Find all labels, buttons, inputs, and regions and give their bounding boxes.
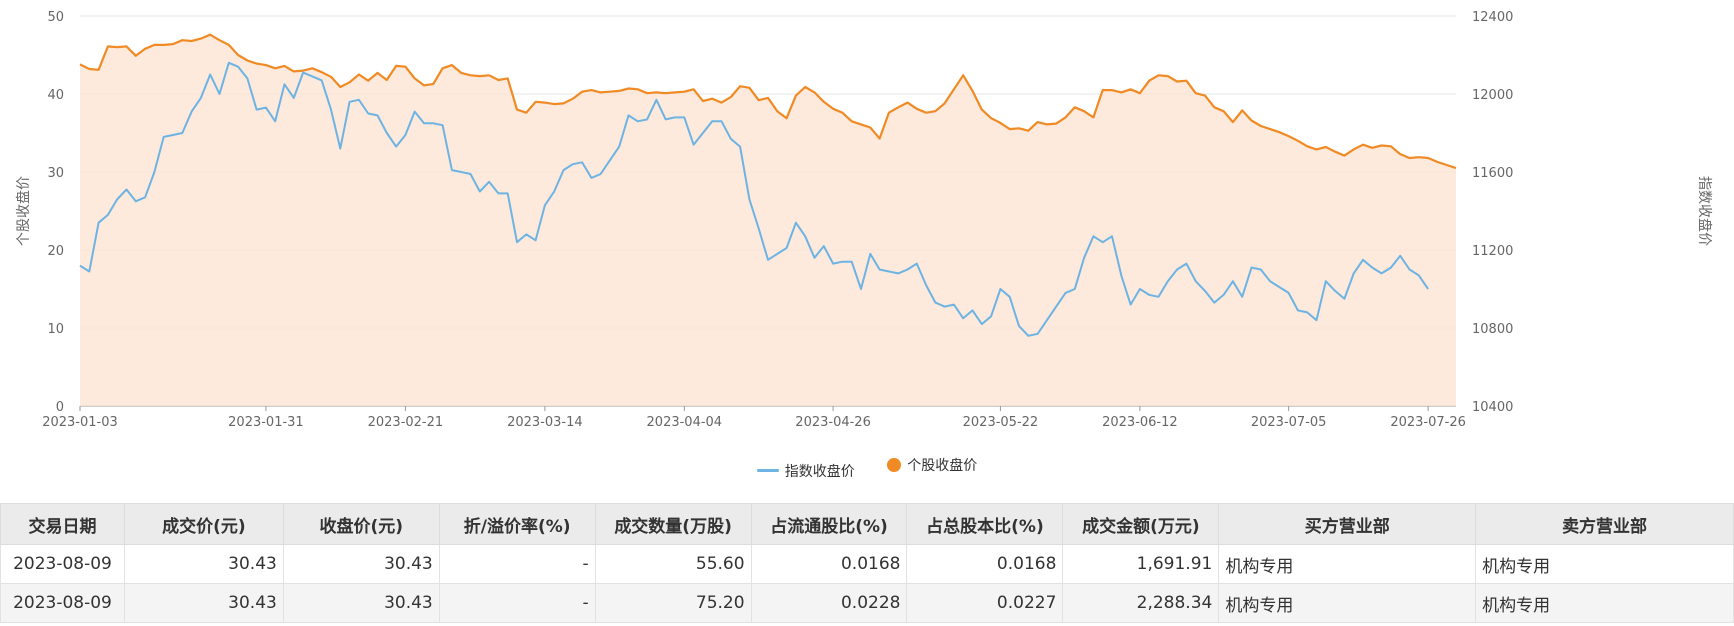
x-tick-label: 2023-01-03 bbox=[42, 415, 118, 430]
chart-container: 50 40 30 20 10 0 12400 12000 11600 11200 10800 1040… bbox=[0, 0, 1734, 490]
cell-close-price: 30.43 bbox=[282, 544, 440, 584]
left-tick-label: 40 bbox=[47, 88, 64, 103]
header-amount[interactable]: 成交金额(万元) bbox=[1062, 503, 1220, 545]
header-seller[interactable]: 卖方营业部 bbox=[1475, 503, 1734, 545]
cell-amount: 2,288.34 bbox=[1062, 583, 1220, 623]
table-header-row: 交易日期 成交价(元) 收盘价(元) 折/溢价率(%) 成交数量(万股) 占流通… bbox=[0, 503, 1734, 545]
legend-item-stock[interactable]: 个股收盘价 bbox=[887, 455, 977, 475]
right-tick-label: 11600 bbox=[1472, 166, 1513, 181]
cell-total-ratio: 0.0168 bbox=[906, 544, 1064, 584]
header-buyer[interactable]: 买方营业部 bbox=[1218, 503, 1477, 545]
header-close-price[interactable]: 收盘价(元) bbox=[282, 503, 440, 545]
cell-total-ratio: 0.0227 bbox=[906, 583, 1064, 623]
cell-seller[interactable]: 机构专用 bbox=[1475, 544, 1734, 584]
left-tick-label: 0 bbox=[56, 400, 64, 415]
right-tick-label: 10400 bbox=[1472, 400, 1513, 415]
x-tick-label: 2023-03-14 bbox=[507, 415, 583, 430]
header-volume[interactable]: 成交数量(万股) bbox=[594, 503, 752, 545]
legend-label-stock: 个股收盘价 bbox=[907, 458, 978, 474]
cell-amount: 1,691.91 bbox=[1062, 544, 1220, 584]
cell-premium-rate: - bbox=[438, 544, 596, 584]
x-tick-label: 2023-04-26 bbox=[795, 415, 871, 430]
x-tick-label: 2023-06-12 bbox=[1102, 415, 1178, 430]
right-tick-label: 11200 bbox=[1472, 244, 1513, 259]
header-float-ratio[interactable]: 占流通股比(%) bbox=[750, 503, 908, 545]
header-deal-price[interactable]: 成交价(元) bbox=[123, 503, 284, 545]
cell-float-ratio: 0.0168 bbox=[750, 544, 908, 584]
cell-deal-price: 30.43 bbox=[123, 544, 284, 584]
left-tick-label: 10 bbox=[47, 322, 64, 337]
left-tick-label: 30 bbox=[47, 166, 64, 181]
legend-item-index[interactable]: 指数收盘价 bbox=[756, 461, 855, 481]
right-tick-label: 10800 bbox=[1472, 322, 1513, 337]
cell-buyer[interactable]: 机构专用 bbox=[1218, 583, 1477, 623]
cell-trade-date: 2023-08-09 bbox=[0, 583, 125, 623]
header-premium-rate[interactable]: 折/溢价率(%) bbox=[438, 503, 596, 545]
legend-label-index: 指数收盘价 bbox=[784, 463, 855, 480]
right-tick-label: 12000 bbox=[1472, 88, 1513, 103]
x-tick-label: 2023-05-22 bbox=[963, 415, 1039, 430]
table-row: 2023-08-09 30.43 30.43 - 55.60 0.0168 0.… bbox=[0, 544, 1734, 584]
legend-dot-icon bbox=[887, 458, 902, 472]
header-total-ratio[interactable]: 占总股本比(%) bbox=[906, 503, 1064, 545]
x-tick-label: 2023-07-05 bbox=[1251, 415, 1327, 430]
x-tick-label: 2023-07-26 bbox=[1390, 415, 1466, 430]
cell-seller[interactable]: 机构专用 bbox=[1475, 583, 1734, 623]
x-tick-label: 2023-02-21 bbox=[368, 415, 444, 430]
right-tick-label: 12400 bbox=[1472, 10, 1513, 25]
cell-close-price: 30.43 bbox=[282, 583, 440, 623]
table-row: 2023-08-09 30.43 30.43 - 75.20 0.0228 0.… bbox=[0, 583, 1734, 623]
header-trade-date[interactable]: 交易日期 bbox=[0, 503, 125, 545]
cell-volume: 55.60 bbox=[594, 544, 752, 584]
cell-volume: 75.20 bbox=[594, 583, 752, 623]
left-tick-label: 50 bbox=[47, 10, 64, 25]
block-trade-table: 交易日期 成交价(元) 收盘价(元) 折/溢价率(%) 成交数量(万股) 占流通… bbox=[0, 503, 1734, 623]
cell-trade-date: 2023-08-09 bbox=[0, 544, 125, 584]
cell-buyer[interactable]: 机构专用 bbox=[1218, 544, 1477, 584]
x-tick-label: 2023-04-04 bbox=[647, 415, 723, 430]
legend-line-icon bbox=[756, 469, 779, 472]
cell-premium-rate: - bbox=[438, 583, 596, 623]
cell-deal-price: 30.43 bbox=[123, 583, 284, 623]
x-tick-label: 2023-01-31 bbox=[228, 415, 304, 430]
price-chart: 50 40 30 20 10 0 12400 12000 11600 11200 10800 1040… bbox=[15, 10, 1713, 430]
cell-float-ratio: 0.0228 bbox=[750, 583, 908, 623]
stock-area bbox=[80, 34, 1456, 406]
chart-legend: 指数收盘价 个股收盘价 bbox=[0, 455, 1734, 481]
left-tick-label: 20 bbox=[47, 244, 64, 259]
right-axis-title: 指数收盘价 bbox=[1696, 176, 1713, 246]
left-axis-title: 个股收盘价 bbox=[15, 176, 32, 246]
